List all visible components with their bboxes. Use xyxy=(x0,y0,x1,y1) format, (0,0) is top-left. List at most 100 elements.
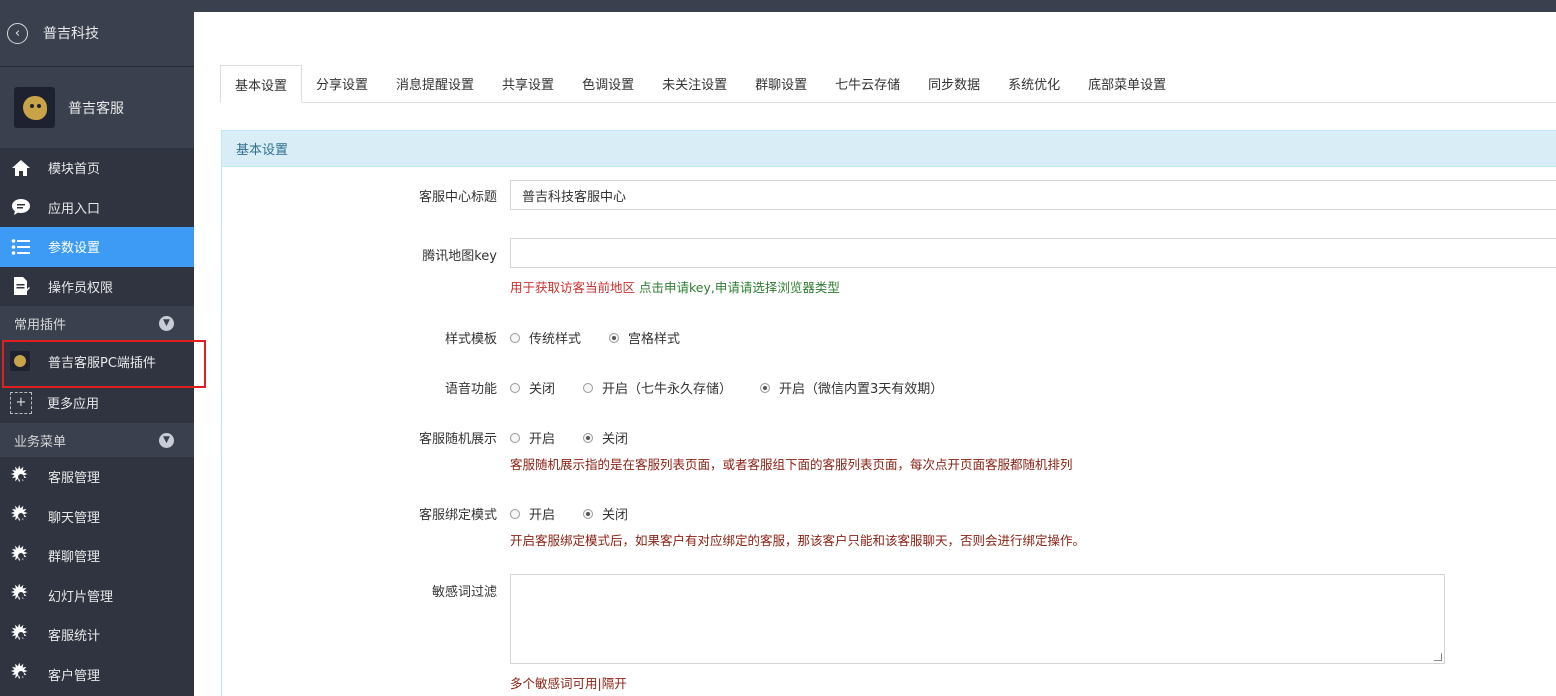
radio-label: 关闭 xyxy=(529,382,556,397)
sidebar-item-label: 操作员权限 xyxy=(48,280,114,296)
app-name: 普吉客服 xyxy=(68,100,124,117)
sidebar: ‹ 普吉科技 普吉客服 模块首页 应用入口 参数设置 操作员权限 常用插件 ▼ … xyxy=(0,0,194,696)
sidebar-item-label: 应用入口 xyxy=(48,201,101,217)
plugin-logo xyxy=(10,351,30,371)
radio-label: 开启 xyxy=(529,508,556,523)
back-arrow-icon[interactable]: ‹ xyxy=(7,22,28,44)
sidebar-item-group-chat-management[interactable]: 群聊管理 xyxy=(0,536,194,576)
radio-label: 关闭 xyxy=(602,432,629,447)
voice-label: 语音功能 xyxy=(444,382,497,397)
chat-bubble-icon xyxy=(10,196,32,218)
sidebar-item-slideshow-management[interactable]: 幻灯片管理 xyxy=(0,575,194,615)
tab-color-settings[interactable]: 色调设置 xyxy=(568,65,648,102)
radio-button[interactable] xyxy=(760,382,771,393)
sidebar-item-label: 普吉客服PC端插件 xyxy=(48,355,156,371)
sidebar-item-more-apps[interactable]: + 更多应用 xyxy=(0,382,194,423)
radio-label: 传统样式 xyxy=(529,332,582,347)
radio-button[interactable] xyxy=(510,382,520,393)
tab-basic-settings[interactable]: 基本设置 xyxy=(220,65,303,103)
title-label: 客服中心标题 xyxy=(418,190,497,205)
voice-option-qiniu[interactable]: 开启（七牛永久存储） xyxy=(583,378,732,397)
style-option-traditional[interactable]: 传统样式 xyxy=(510,328,581,347)
tab-group-chat-settings[interactable]: 群聊设置 xyxy=(741,65,821,102)
bind-label: 客服绑定模式 xyxy=(418,508,497,523)
sidebar-item-chat-management[interactable]: 聊天管理 xyxy=(0,496,194,536)
random-help: 客服随机展示指的是在客服列表页面，或者客服组下面的客服列表页面，每次点开页面客服… xyxy=(510,457,1073,472)
tab-share-config[interactable]: 共享设置 xyxy=(488,65,568,102)
apply-key-link[interactable]: 点击申请key,申请请选择浏览器类型 xyxy=(639,280,840,295)
sidebar-item-label: 模块首页 xyxy=(48,162,101,178)
sidebar-item-module-home[interactable]: 模块首页 xyxy=(0,148,194,188)
gear-icon xyxy=(10,505,32,527)
plus-icon: + xyxy=(10,391,32,414)
org-name: 普吉科技 xyxy=(43,26,99,42)
bind-option-on[interactable]: 开启 xyxy=(510,504,555,523)
sidebar-item-label: 客服管理 xyxy=(48,471,101,487)
home-icon xyxy=(10,157,32,179)
panel-title: 基本设置 xyxy=(222,131,1556,167)
tab-unfollowed-settings[interactable]: 未关注设置 xyxy=(648,65,741,102)
tab-system-optimization[interactable]: 系统优化 xyxy=(994,65,1074,102)
bind-option-off[interactable]: 关闭 xyxy=(583,504,628,523)
filter-label: 敏感词过滤 xyxy=(431,585,497,600)
sidebar-item-label: 参数设置 xyxy=(48,241,101,257)
radio-button[interactable] xyxy=(609,332,620,343)
chevron-down-icon[interactable]: ▼ xyxy=(159,432,174,448)
map-key-label: 腾讯地图key xyxy=(422,249,497,264)
sidebar-item-pc-plugin[interactable]: 普吉客服PC端插件 xyxy=(0,340,194,382)
tab-bottom-menu[interactable]: 底部菜单设置 xyxy=(1074,65,1180,102)
sidebar-header[interactable]: ‹ 普吉科技 xyxy=(0,0,194,67)
chevron-down-icon[interactable]: ▼ xyxy=(159,315,174,331)
radio-label: 开启 xyxy=(529,432,556,447)
filter-help: 多个敏感词可用|隔开 xyxy=(510,676,627,691)
voice-option-wechat[interactable]: 开启（微信内置3天有效期） xyxy=(760,378,943,397)
sidebar-item-service-stats[interactable]: 客服统计 xyxy=(0,615,194,655)
bind-help: 开启客服绑定模式后，如果客户有对应绑定的客服，那该客户只能和该客服聊天，否则会进… xyxy=(510,533,1086,548)
sidebar-item-label: 幻灯片管理 xyxy=(48,589,114,605)
tab-sync-data[interactable]: 同步数据 xyxy=(914,65,994,102)
radio-button[interactable] xyxy=(583,508,594,519)
app-logo xyxy=(14,87,55,128)
radio-label: 关闭 xyxy=(602,508,629,523)
sidebar-item-label: 客服统计 xyxy=(48,629,101,645)
style-label: 样式模板 xyxy=(444,332,497,347)
tab-message-reminder[interactable]: 消息提醒设置 xyxy=(382,65,488,102)
radio-button[interactable] xyxy=(510,332,520,343)
map-help-text: 用于获取访客当前地区 xyxy=(510,280,636,295)
gear-icon xyxy=(10,624,32,646)
top-bar xyxy=(194,0,1556,12)
title-input[interactable]: 普吉科技客服中心 xyxy=(510,180,1556,210)
sidebar-item-param-settings[interactable]: 参数设置 xyxy=(0,227,194,267)
voice-option-off[interactable]: 关闭 xyxy=(510,378,555,397)
style-option-grid[interactable]: 宫格样式 xyxy=(609,328,680,347)
gear-icon xyxy=(10,584,32,606)
radio-button[interactable] xyxy=(583,382,594,393)
gear-icon xyxy=(10,663,32,685)
business-section-header[interactable]: 业务菜单 ▼ xyxy=(0,423,194,457)
section-title: 常用插件 xyxy=(14,317,67,333)
voice-radio-group: 关闭 开启（七牛永久存储） 开启（微信内置3天有效期） xyxy=(510,378,971,397)
section-title: 业务菜单 xyxy=(14,434,67,450)
radio-button[interactable] xyxy=(510,432,520,443)
map-key-input[interactable] xyxy=(510,238,1556,268)
radio-label: 开启（微信内置3天有效期） xyxy=(779,382,944,397)
plugins-section-header[interactable]: 常用插件 ▼ xyxy=(0,306,194,340)
radio-button[interactable] xyxy=(510,508,520,519)
style-radio-group: 传统样式 宫格样式 xyxy=(510,328,708,347)
sidebar-item-service-management[interactable]: 客服管理 xyxy=(0,457,194,497)
resize-handle-icon[interactable] xyxy=(1434,653,1442,661)
settings-tabs: 基本设置 分享设置 消息提醒设置 共享设置 色调设置 未关注设置 群聊设置 七牛… xyxy=(220,65,1556,103)
random-option-on[interactable]: 开启 xyxy=(510,428,555,447)
radio-button[interactable] xyxy=(583,432,594,443)
tab-share-settings[interactable]: 分享设置 xyxy=(302,65,382,102)
sidebar-item-app-entry[interactable]: 应用入口 xyxy=(0,187,194,227)
random-radio-group: 开启 关闭 xyxy=(510,428,656,447)
list-icon xyxy=(10,236,32,258)
sidebar-item-customer-management[interactable]: 客户管理 xyxy=(0,654,194,694)
sidebar-item-operator-permissions[interactable]: 操作员权限 xyxy=(0,266,194,306)
app-header: 普吉客服 xyxy=(0,67,194,148)
tab-qiniu-storage[interactable]: 七牛云存储 xyxy=(821,65,914,102)
random-option-off[interactable]: 关闭 xyxy=(583,428,628,447)
sensitive-words-textarea[interactable] xyxy=(510,574,1445,664)
radio-label: 开启（七牛永久存储） xyxy=(602,382,733,397)
